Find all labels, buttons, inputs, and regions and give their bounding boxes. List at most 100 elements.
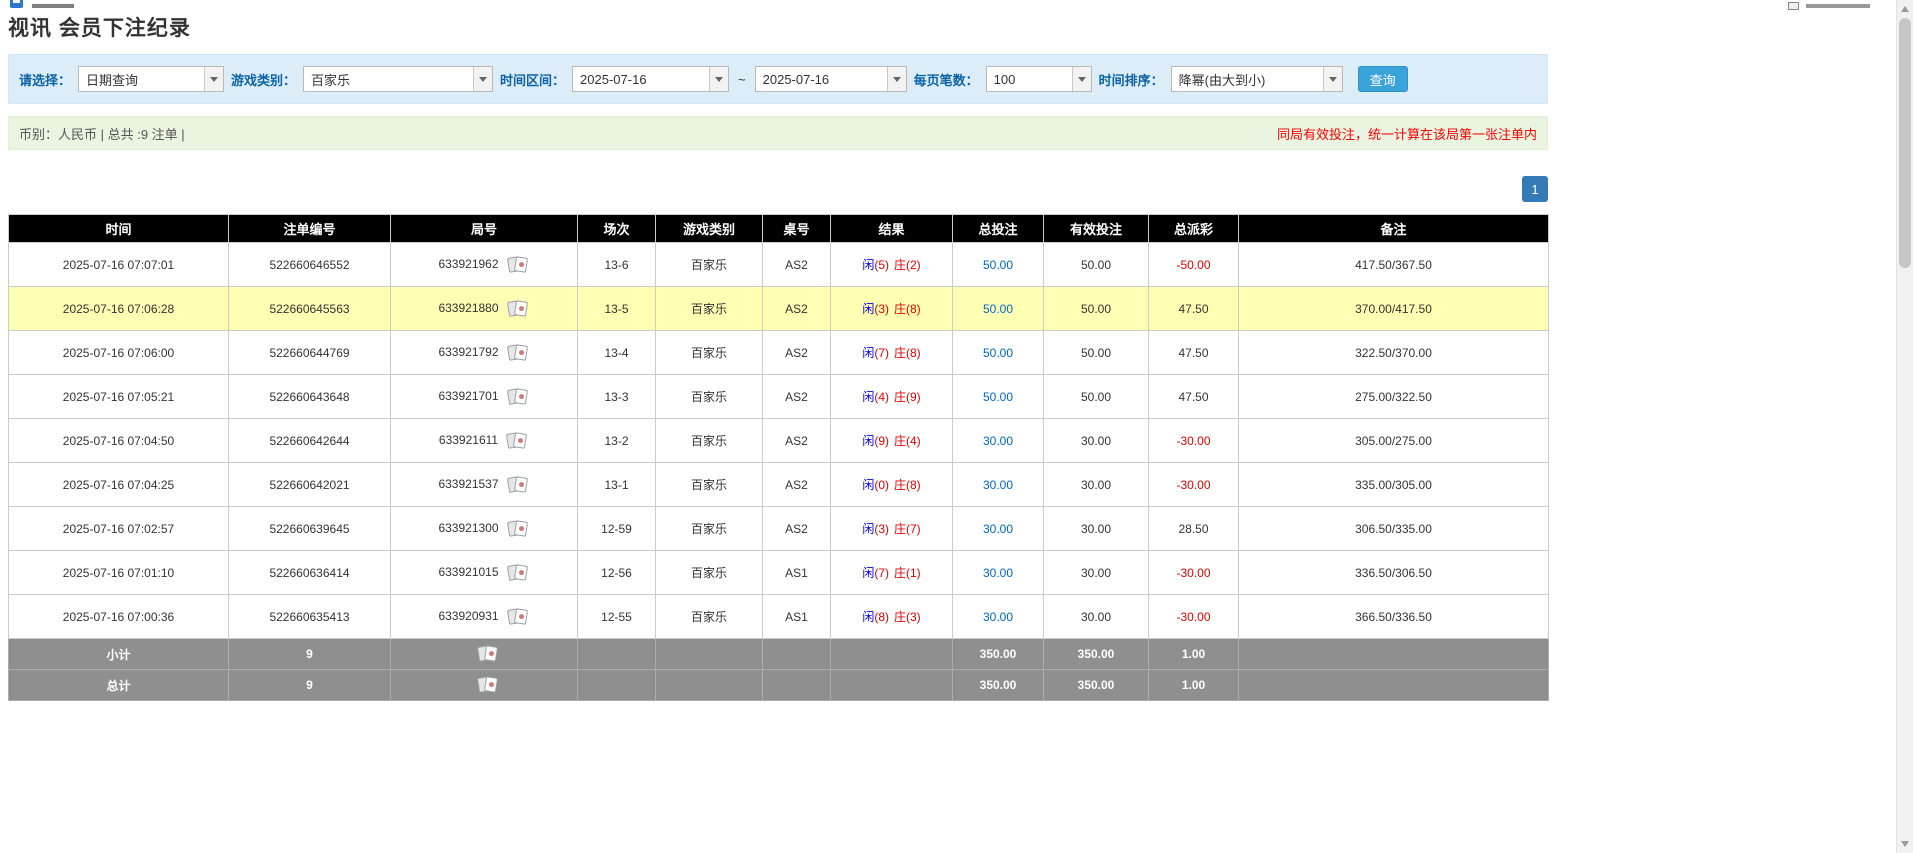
table-no-cell: AS2	[763, 463, 831, 507]
replay-cards-icon[interactable]	[506, 564, 530, 582]
table-row: 2025-07-16 07:04:25 522660642021 6339215…	[9, 463, 1549, 507]
replay-cards-icon[interactable]	[506, 256, 530, 274]
total-bet-cell[interactable]: 50.00	[953, 331, 1044, 375]
payout-cell: -30.00	[1149, 595, 1239, 639]
replay-cards-icon	[476, 645, 500, 663]
replay-cards-icon[interactable]	[506, 388, 530, 406]
session-cell: 13-4	[578, 331, 656, 375]
total-bet-cell[interactable]: 30.00	[953, 551, 1044, 595]
player-result-points: (8)	[874, 610, 889, 624]
total-bet-cell[interactable]: 30.00	[953, 419, 1044, 463]
chevron-down-icon[interactable]	[887, 67, 906, 91]
payout-cell: -30.00	[1149, 463, 1239, 507]
date-from-select[interactable]: 2025-07-16	[572, 66, 729, 92]
total-bet-cell[interactable]: 30.00	[953, 463, 1044, 507]
col-header-game-type: 游戏类别	[656, 215, 763, 243]
player-result-points: (5)	[874, 258, 889, 272]
app-icon[interactable]	[10, 0, 23, 8]
banker-result-points: (7)	[906, 522, 921, 536]
page-button-1[interactable]: 1	[1522, 176, 1548, 202]
page-size-select[interactable]: 100	[986, 66, 1092, 92]
result-cell: 闲(3)庄(7)	[831, 507, 953, 551]
replay-cards-icon[interactable]	[505, 432, 529, 450]
bet-id-cell: 522660644769	[229, 331, 391, 375]
table-row: 2025-07-16 07:02:57 522660639645 6339213…	[9, 507, 1549, 551]
subtotal-round-cell	[391, 639, 578, 670]
replay-cards-icon[interactable]	[506, 520, 530, 538]
remark-cell: 305.00/275.00	[1239, 419, 1549, 463]
toolbar-icon[interactable]	[1788, 2, 1799, 10]
col-header-result: 结果	[831, 215, 953, 243]
total-bet-cell[interactable]: 30.00	[953, 507, 1044, 551]
summary-right-note: 同局有效投注，统一计算在该局第一张注单内	[1277, 124, 1537, 143]
col-header-total-bet: 总投注	[953, 215, 1044, 243]
chevron-down-icon[interactable]	[1323, 67, 1342, 91]
subtotal-row: 小计 9 350.00 350.00 1.00	[9, 639, 1549, 670]
topbar-text-fragment	[1806, 4, 1870, 8]
chevron-down-icon[interactable]	[709, 67, 728, 91]
banker-result-points: (1)	[906, 566, 921, 580]
valid-bet-cell: 30.00	[1044, 507, 1149, 551]
banker-result-label: 庄	[894, 610, 906, 624]
time-cell: 2025-07-16 07:06:28	[9, 287, 229, 331]
bet-id-cell: 522660646552	[229, 243, 391, 287]
player-result-label: 闲	[862, 566, 874, 580]
date-to-select[interactable]: 2025-07-16	[755, 66, 907, 92]
round-id: 633921962	[438, 257, 498, 271]
banker-result-points: (2)	[906, 258, 921, 272]
valid-bet-cell: 50.00	[1044, 287, 1149, 331]
chevron-down-icon[interactable]	[204, 67, 223, 91]
banker-result-label: 庄	[894, 522, 906, 536]
round-cell: 633921300	[391, 507, 578, 551]
time-range-label: 时间区间：	[500, 70, 565, 89]
pagination: 1	[8, 176, 1548, 202]
player-result-points: (3)	[874, 522, 889, 536]
replay-cards-icon[interactable]	[506, 476, 530, 494]
table-row: 2025-07-16 07:05:21 522660643648 6339217…	[9, 375, 1549, 419]
valid-bet-cell: 50.00	[1044, 243, 1149, 287]
bet-id-cell: 522660642644	[229, 419, 391, 463]
banker-result-points: (4)	[906, 434, 921, 448]
replay-cards-icon[interactable]	[506, 608, 530, 626]
valid-bet-cell: 30.00	[1044, 463, 1149, 507]
scrollbar-thumb[interactable]	[1899, 18, 1911, 268]
scroll-up-icon[interactable]	[1901, 6, 1909, 12]
bet-id-cell: 522660636414	[229, 551, 391, 595]
banker-result-points: (8)	[906, 346, 921, 360]
table-row: 2025-07-16 07:00:36 522660635413 6339209…	[9, 595, 1549, 639]
chevron-down-icon[interactable]	[1072, 67, 1091, 91]
total-bet-cell[interactable]: 50.00	[953, 287, 1044, 331]
chevron-down-icon[interactable]	[473, 67, 492, 91]
bet-records-table: 时间 注单编号 局号 场次 游戏类别 桌号 结果 总投注 有效投注 总派彩 备注…	[8, 214, 1549, 701]
date-query-select[interactable]: 日期查询	[78, 66, 224, 92]
game-type-select[interactable]: 百家乐	[303, 66, 493, 92]
player-result-label: 闲	[862, 610, 874, 624]
table-row: 2025-07-16 07:01:10 522660636414 6339210…	[9, 551, 1549, 595]
total-bet-cell[interactable]: 50.00	[953, 243, 1044, 287]
bet-id-cell: 522660643648	[229, 375, 391, 419]
payout-cell: 28.50	[1149, 507, 1239, 551]
total-bet-cell[interactable]: 30.00	[953, 595, 1044, 639]
total-bet-cell[interactable]: 50.00	[953, 375, 1044, 419]
result-cell: 闲(7)庄(8)	[831, 331, 953, 375]
session-cell: 13-3	[578, 375, 656, 419]
remark-cell: 366.50/336.50	[1239, 595, 1549, 639]
sort-select[interactable]: 降幂(由大到小)	[1171, 66, 1343, 92]
session-cell: 13-5	[578, 287, 656, 331]
time-cell: 2025-07-16 07:02:57	[9, 507, 229, 551]
session-cell: 12-59	[578, 507, 656, 551]
time-cell: 2025-07-16 07:01:10	[9, 551, 229, 595]
filter-bar: 请选择： 日期查询 游戏类别： 百家乐 时间区间： 2025-07-16 ~ 2…	[8, 54, 1548, 104]
payout-cell: 47.50	[1149, 375, 1239, 419]
replay-cards-icon[interactable]	[506, 300, 530, 318]
time-cell: 2025-07-16 07:04:25	[9, 463, 229, 507]
search-button[interactable]: 查询	[1358, 66, 1408, 92]
replay-cards-icon[interactable]	[506, 344, 530, 362]
result-cell: 闲(8)庄(3)	[831, 595, 953, 639]
player-result-label: 闲	[862, 302, 874, 316]
scroll-down-icon[interactable]	[1901, 841, 1909, 847]
scrollbar[interactable]	[1896, 0, 1913, 853]
round-id: 633921701	[438, 389, 498, 403]
subtotal-valid-bet: 350.00	[1044, 639, 1149, 670]
banker-result-points: (9)	[906, 390, 921, 404]
